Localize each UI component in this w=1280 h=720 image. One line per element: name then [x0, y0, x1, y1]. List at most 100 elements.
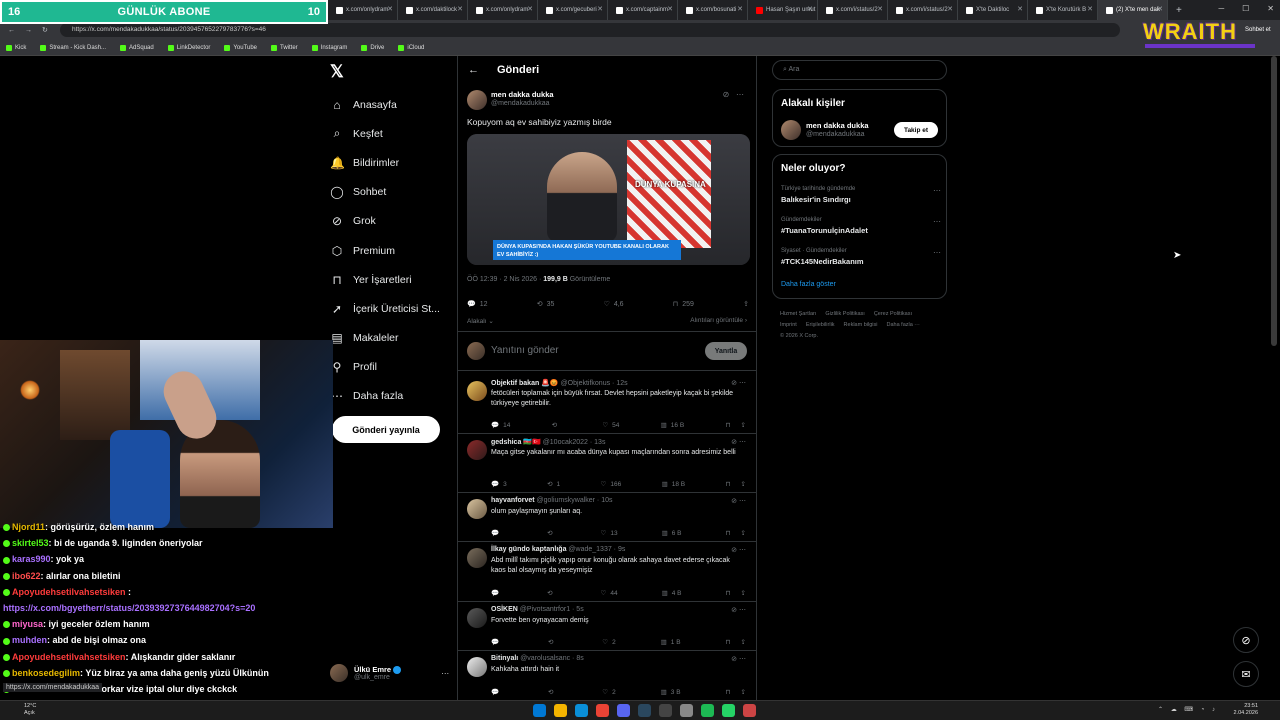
reply-author-handle[interactable]: @Pivotsantrfor1 · 5s — [520, 606, 584, 613]
chat-label[interactable]: Sohbet et — [1245, 27, 1271, 33]
views-action[interactable]: ▥ 18 B — [662, 480, 686, 489]
close-icon[interactable]: ✕ — [877, 5, 883, 13]
close-icon[interactable]: ✕ — [737, 5, 743, 13]
back-icon[interactable]: ← — [8, 27, 15, 34]
bookmark-action[interactable]: ⊓ — [725, 688, 730, 696]
share-action[interactable]: ⇪ — [741, 688, 746, 696]
more-icon[interactable]: ⋯ — [739, 380, 746, 387]
spotify-icon[interactable] — [701, 704, 714, 717]
chat-username[interactable]: miyusa — [12, 619, 43, 629]
reply-author-handle[interactable]: @Objektifkonus · 12s — [561, 380, 628, 387]
chrome-icon[interactable] — [596, 704, 609, 717]
tweet-author-handle[interactable]: @mendakadukkaa — [491, 100, 549, 107]
reply-action[interactable]: 💬 — [491, 529, 503, 537]
quotes-link[interactable]: Alıntıları görüntüle › — [690, 317, 747, 324]
nav-item-0[interactable]: ⌂ Anasayfa — [330, 90, 460, 119]
app-icon[interactable] — [659, 704, 672, 717]
browser-tab[interactable]: (2) X'te men dak ✕ — [1098, 0, 1168, 20]
share-action[interactable]: ⇪ — [741, 480, 746, 488]
tweet-video[interactable]: DÜNYA KUPASINA DÜNYA KUPASI'NDA HAKAN ŞÜ… — [467, 134, 750, 265]
grok-icon[interactable]: ⊘ — [731, 547, 737, 554]
grok-icon[interactable]: ⊘ — [731, 439, 737, 446]
nav-item-6[interactable]: ⊓ Yer İşaretleri — [330, 265, 460, 294]
bookmark-action[interactable]: ⊓ — [725, 421, 730, 429]
footer-link[interactable]: Gizlilik Politikası — [825, 311, 864, 317]
weather-widget[interactable]: 12°C Açık — [24, 703, 36, 717]
nav-item-10[interactable]: ⋯ Daha fazla — [330, 382, 460, 411]
more-icon[interactable]: ⋯ — [933, 248, 941, 257]
bookmark-item[interactable]: AdSquad — [120, 44, 154, 51]
reply-item[interactable]: OSİKEN @Pivotsantrfor1 · 5s ⊘ ⋯ Forvette b… — [458, 602, 756, 651]
chat-username[interactable]: Njord11 — [12, 522, 45, 532]
account-switcher[interactable]: Ülkü Emre @ulk_emre ··· — [330, 660, 450, 686]
bookmark-action[interactable]: ⊓ 259 — [673, 300, 694, 309]
reply-author-name[interactable]: OSİKEN — [491, 606, 518, 613]
footer-link[interactable]: Reklam bilgisi — [844, 322, 878, 328]
views-action[interactable]: ▥ 1 B — [661, 638, 681, 647]
reply-item[interactable]: Bitinyalı @varolusalsanc · 8s ⊘ ⋯ Kahkaha … — [458, 651, 756, 701]
like-action[interactable]: ♡ 166 — [601, 480, 622, 489]
discord-icon[interactable] — [617, 704, 630, 717]
views-action[interactable]: ▥ 4 B — [662, 589, 682, 598]
share-action[interactable]: ⇪ — [743, 300, 749, 308]
bookmark-action[interactable]: ⊓ — [725, 589, 730, 597]
show-more-link[interactable]: Daha fazla göster — [781, 281, 836, 288]
chat-username[interactable]: muhden — [12, 635, 47, 645]
retweet-action[interactable]: ⟲ — [547, 589, 556, 597]
browser-tab[interactable]: x.com/bosunati ✕ — [678, 0, 748, 20]
like-action[interactable]: ♡ 2 — [602, 688, 615, 697]
x-logo-icon[interactable]: 𝕏 — [330, 62, 344, 82]
footer-link[interactable]: Erişilebilirlik — [806, 322, 835, 328]
system-tray[interactable]: ⌃ ☁ ⌨ ◔ ♪ — [1158, 706, 1218, 713]
app-icon[interactable] — [743, 704, 756, 717]
reply-input[interactable]: Yanıtını gönder — [491, 345, 559, 356]
browser-tab[interactable]: x.com/captainm ✕ — [608, 0, 678, 20]
bookmark-action[interactable]: ⊓ — [725, 529, 730, 537]
footer-link[interactable]: Daha fazla ··· — [886, 322, 919, 328]
grok-icon[interactable]: ⊘ — [723, 90, 730, 99]
browser-tab[interactable]: x.com/i/status/2 ✕ — [818, 0, 888, 20]
grok-icon[interactable]: ⊘ — [731, 380, 737, 387]
more-icon[interactable]: ⋯ — [739, 607, 746, 614]
app-icon[interactable] — [680, 704, 693, 717]
chat-text[interactable]: https://x.com/bgyetherr/status/203939273… — [3, 603, 255, 613]
post-button[interactable]: Gönderi yayınla — [332, 416, 440, 443]
browser-tab[interactable]: Hasan Şaşın umut ✕ — [748, 0, 818, 20]
more-icon[interactable]: ··· — [441, 669, 449, 678]
avatar[interactable] — [467, 499, 487, 519]
grok-icon[interactable]: ⊘ — [731, 656, 737, 663]
nav-item-2[interactable]: 🔔 Bildirimler — [330, 148, 460, 177]
more-icon[interactable]: ⋯ — [736, 90, 744, 99]
bookmark-item[interactable]: Kick — [6, 44, 26, 51]
bookmark-item[interactable]: Twitter — [271, 44, 298, 51]
reply-action[interactable]: 💬 — [491, 688, 503, 696]
chat-username[interactable]: skirtel53 — [12, 538, 49, 548]
close-icon[interactable]: ✕ — [597, 5, 603, 13]
views-action[interactable]: ▥ 16 B — [661, 421, 685, 430]
chat-username[interactable]: benkosedegilim — [12, 668, 80, 678]
reply-action[interactable]: 💬 — [491, 589, 503, 597]
reply-item[interactable]: Objektif bakan 🚨😡 @Objektifkonus · 12s ⊘ … — [458, 375, 756, 434]
retweet-action[interactable]: ⟲ — [548, 688, 557, 696]
chat-username[interactable]: Apoyudehsetilvahsetsiken — [12, 587, 126, 597]
bookmark-item[interactable]: LinkDetector — [167, 44, 210, 51]
follow-button[interactable]: Takip et — [894, 122, 938, 138]
close-icon[interactable]: ✕ — [947, 5, 953, 13]
like-action[interactable]: ♡ 54 — [602, 421, 619, 430]
grok-icon[interactable]: ⊘ — [731, 498, 737, 505]
more-icon[interactable]: ⋯ — [739, 439, 746, 446]
related-sort[interactable]: Alakalı ⌄ — [467, 317, 494, 325]
nav-item-9[interactable]: ⚲ Profil — [330, 353, 460, 382]
scrollbar[interactable] — [1271, 56, 1277, 346]
nav-item-1[interactable]: ⌕ Keşfet — [330, 119, 460, 148]
avatar[interactable] — [781, 120, 801, 140]
start-icon[interactable] — [533, 704, 546, 717]
close-icon[interactable]: ✕ — [1017, 5, 1023, 13]
like-action[interactable]: ♡ 2 — [602, 638, 615, 647]
whatsapp-icon[interactable] — [722, 704, 735, 717]
more-icon[interactable]: ⋯ — [933, 186, 941, 195]
reply-author-name[interactable]: İlkay gündo kaptanlığa — [491, 546, 566, 553]
reply-author-handle[interactable]: @10ocak2022 · 13s — [543, 439, 606, 446]
steam-icon[interactable] — [638, 704, 651, 717]
close-icon[interactable]: ✕ — [1267, 4, 1274, 13]
